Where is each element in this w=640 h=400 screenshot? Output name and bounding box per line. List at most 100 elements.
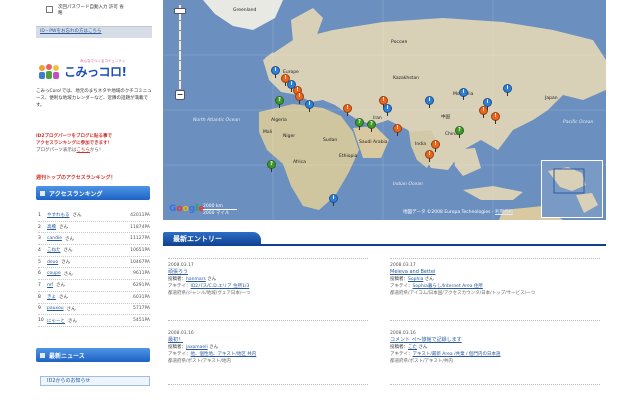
copyright-text: 地図データ ©2008 Europa Technologies (403, 210, 491, 215)
ranking-user-link[interactable]: candie (47, 236, 62, 241)
ranking-list: 1 やすれもる さん 42011PA 2 高橋 さん 11874PA 3 candie さん 1112… (38, 210, 150, 327)
entry-meta-link[interactable]: アキスト/最新 Area /共業 / 個門内の日本語 (413, 352, 501, 357)
poster-user-link[interactable]: hanmars (186, 277, 206, 282)
ranking-left: 1 やすれもる さん (38, 212, 82, 219)
ranking-number: 7 (38, 282, 41, 288)
ranking-suffix: さん (64, 236, 74, 242)
site-logo[interactable]: みんなでつくるコミュニティ こみっコロ! (34, 59, 152, 82)
terms-link[interactable]: 利用規約 (495, 210, 513, 215)
zoom-slider-track[interactable] (178, 4, 182, 90)
zoom-notch (175, 60, 185, 61)
pin-tail (347, 112, 348, 116)
zoom-out-button[interactable]: − (175, 90, 185, 100)
ranking-count: 6031PA (133, 294, 150, 300)
entry-date: 2008.03.16 (390, 331, 416, 336)
entry-separator (390, 258, 600, 259)
scale-mi: 2000 マイル (203, 211, 230, 216)
zoom-slider-knob[interactable] (174, 8, 186, 14)
poster-suffix: さん (424, 277, 434, 282)
blog-parts-text: ブログパーツ表示は (36, 148, 77, 153)
ranking-left: 6 coupe さん (38, 271, 73, 277)
map-pin-blue-icon[interactable]: i (329, 194, 338, 206)
entry-title-link[interactable]: 頑張ろう (168, 269, 378, 276)
entry-meta-link[interactable]: Sophia暮らし/Internet Area 住所 (413, 284, 483, 289)
google-logo[interactable]: Google (169, 204, 204, 214)
sidebar: 次回パスワード自動入力 許可 省略 ID・PWをお忘れの方はこちら みんなでつく… (0, 0, 160, 400)
poster-user-link[interactable]: jaxomaeli (186, 345, 208, 350)
ranking-left: 4 こねた さん (38, 247, 73, 254)
map-label-ethiopia: Ethiopia (339, 154, 358, 159)
ranking-count: 9611PA (133, 271, 150, 277)
pin-tail (397, 132, 398, 136)
entry-meta-prefix: アキテイ： (168, 284, 191, 289)
entry-title-link[interactable]: Meleva and Bettel (390, 269, 600, 276)
blog-parts-line-2: アクセスランキングに参加できます！ (36, 141, 113, 146)
entry-title-link[interactable]: 最初！ (168, 337, 378, 344)
map-pin-blue-icon[interactable]: i (305, 100, 314, 112)
pin-tail (371, 128, 372, 132)
auto-login-checkbox[interactable] (46, 6, 53, 13)
poster-prefix: 投稿者 (390, 277, 404, 282)
ranking-user-link[interactable]: にゃーと (47, 318, 65, 324)
map-pin-orange-icon[interactable]: ! (425, 150, 434, 162)
ranking-user-link[interactable]: きよ (47, 294, 56, 300)
zoom-notch (175, 20, 185, 21)
ranking-user-link[interactable]: こねた (47, 247, 61, 253)
pin-tail (271, 168, 272, 172)
ranking-user-link[interactable]: deuo (47, 260, 58, 265)
blog-parts-end: から！ (89, 148, 104, 153)
map-pin-green-icon[interactable]: ? (267, 160, 276, 172)
world-map[interactable]: GreenlandРоссия中国ChinaIndiaMongoliaNorth… (163, 0, 606, 220)
ranking-user-link[interactable]: pauxou (47, 306, 64, 311)
entry-tags: 都道府県/ポスト/アキスト/地内 (168, 359, 231, 364)
map-pin-blue-icon[interactable]: i (271, 66, 280, 78)
poster-user-link[interactable]: Sophia (408, 277, 423, 282)
entry-title-link[interactable]: コメント ぺ～旅館で記録します (390, 337, 600, 344)
ranking-suffix: さん (66, 306, 76, 312)
ranking-count: 10651PA (130, 247, 150, 253)
map-pin-blue-icon[interactable]: i (483, 98, 492, 110)
entry-meta: アキテイ：アキスト/最新 Area /共業 / 個門内の日本語 (390, 351, 600, 358)
pin-tail (435, 148, 436, 152)
map-label-china: 中国 (441, 115, 450, 120)
overview-minimap[interactable] (541, 160, 603, 218)
map-pin-blue-icon[interactable]: i (459, 88, 468, 100)
entry-meta-link[interactable]: 他、個性地、アキスト/地区 共内 (191, 352, 257, 357)
map-pin-green-icon[interactable]: ? (355, 118, 364, 130)
ranking-user-link[interactable]: coupe (47, 271, 61, 276)
map-pin-blue-icon[interactable]: i (383, 104, 392, 116)
pin-tail (483, 114, 484, 118)
entry-meta-link[interactable]: ID2パス/C.D.エリア 住所1/3 (191, 284, 250, 289)
map-pin-blue-icon[interactable]: i (503, 84, 512, 96)
entry-card: 2008.03.16 コメント ぺ～旅館で記録します 投稿者：こた さん アキテイ：ア… (390, 330, 600, 365)
ranking-user-link[interactable]: 高橋 (47, 224, 56, 230)
map-label-mali: Mali (263, 130, 273, 135)
map-pin-green-icon[interactable]: ? (275, 96, 284, 108)
ranking-number: 4 (38, 247, 41, 253)
ranking-user-link[interactable]: mf (47, 283, 53, 288)
forgot-password-link[interactable]: ID・PWをお忘れの方はこちら (40, 28, 101, 34)
map-pin-green-icon[interactable]: ? (455, 126, 464, 138)
zoom-control: − (173, 0, 187, 100)
entry-separator (168, 320, 368, 321)
map-pin-orange-icon[interactable]: ! (393, 124, 402, 136)
map-pin-orange-icon[interactable]: ! (491, 112, 500, 124)
map-pin-green-icon[interactable]: ? (367, 120, 376, 132)
ranking-row: 10 にゃーと さん 5451PA (38, 315, 150, 327)
map-pin-orange-icon[interactable]: ! (295, 92, 304, 104)
news-subheader[interactable]: ID2からのお知らせ (40, 376, 150, 386)
map-pin-orange-icon[interactable]: ! (343, 104, 352, 116)
ranking-promo-link[interactable]: 週刊トップのアクセスランキング！ (36, 174, 116, 181)
ranking-suffix: さん (59, 295, 68, 301)
poster-user-link[interactable]: こた (408, 345, 417, 350)
map-pin-blue-icon[interactable]: i (425, 96, 434, 108)
ranking-suffix: さん (63, 271, 73, 277)
map-label-sudan: Sudan (323, 138, 338, 143)
entry-poster: 投稿者：hanmars さん (168, 277, 217, 282)
ranking-left: 7 mf さん (38, 282, 65, 289)
ranking-user-link[interactable]: やすれもる (47, 212, 70, 218)
pin-tail (429, 104, 430, 108)
ranking-row: 4 こねた さん 10651PA (38, 245, 150, 257)
blog-parts-link[interactable]: こちら (76, 148, 90, 153)
pin-tail (279, 104, 280, 108)
